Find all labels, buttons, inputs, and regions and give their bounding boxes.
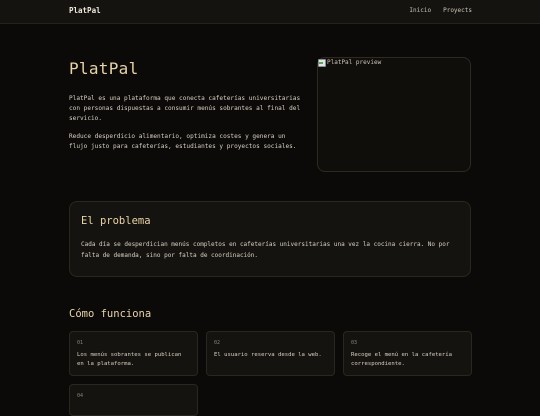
- step-number: 03: [351, 340, 358, 346]
- hero-benefits: Reduce desperdicio alimentario, optimiza…: [69, 133, 297, 150]
- step-number: 02: [214, 340, 221, 346]
- preview-alt-text: PlatPal preview: [318, 59, 382, 67]
- problem-card: El problema Cada día se desperdician men…: [69, 201, 471, 277]
- preview-alt-label: PlatPal preview: [327, 59, 382, 66]
- hero-title: PlatPal: [69, 59, 139, 78]
- step-text: Los menús sobrantes se publican en la pl…: [77, 352, 182, 367]
- problem-text: Cada día se desperdician menús completos…: [81, 241, 450, 259]
- how-it-works-title: Cómo funciona: [69, 308, 152, 320]
- step-card: 04: [69, 384, 198, 416]
- step-text: El usuario reserva desde la web.: [214, 352, 322, 358]
- step-number: 04: [77, 393, 84, 399]
- step-card: 01 Los menús sobrantes se publican en la…: [69, 331, 198, 376]
- step-number: 01: [77, 340, 84, 346]
- main-nav: Inicio Proyects: [409, 7, 472, 14]
- broken-image-icon: [318, 59, 326, 67]
- hero-preview-image: PlatPal preview: [317, 57, 471, 172]
- nav-link-inicio[interactable]: Inicio: [409, 7, 431, 14]
- top-navbar: PlatPal Inicio Proyects: [0, 0, 540, 24]
- step-text: Recoge el menú en la cafetería correspon…: [351, 352, 453, 367]
- step-card: 02 El usuario reserva desde la web.: [206, 331, 335, 376]
- hero-description: PlatPal es una plataforma que conecta ca…: [69, 95, 301, 122]
- step-card: 03 Recoge el menú en la cafetería corres…: [343, 331, 472, 376]
- brand-logo[interactable]: PlatPal: [69, 6, 101, 15]
- problem-title: El problema: [81, 215, 151, 227]
- nav-link-proyects[interactable]: Proyects: [443, 7, 472, 14]
